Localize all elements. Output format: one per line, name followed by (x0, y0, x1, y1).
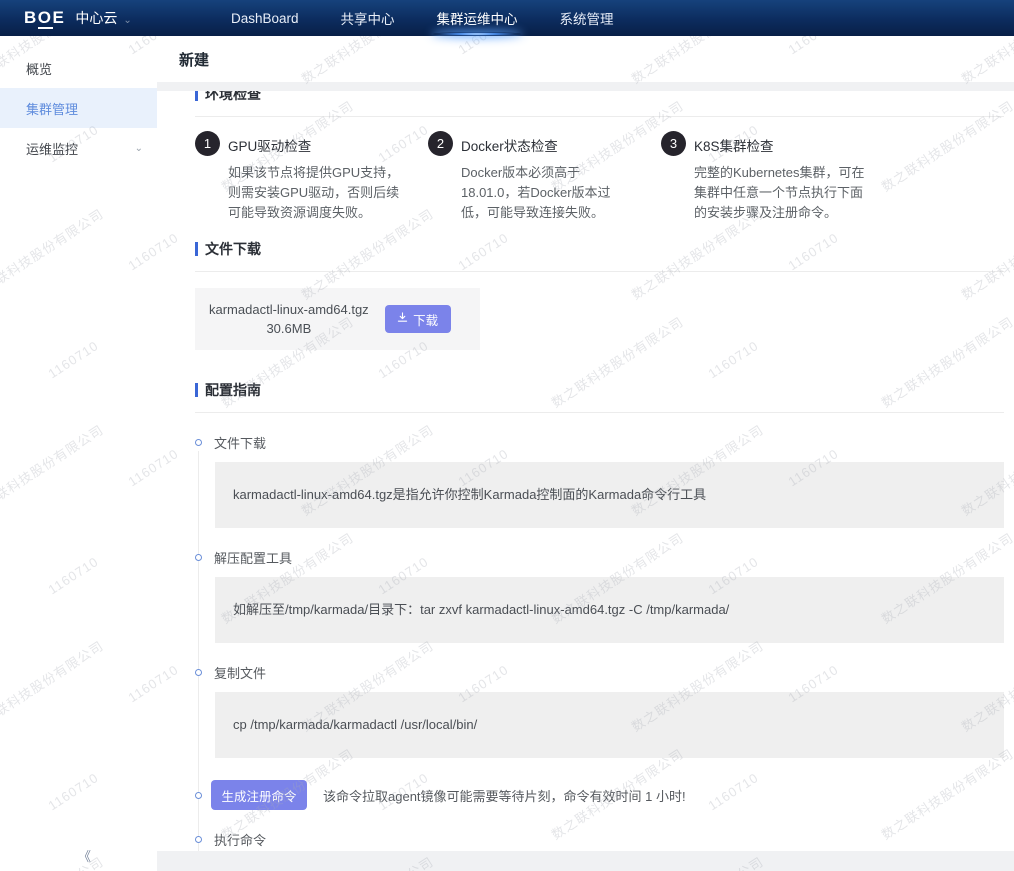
step-bullet-icon (195, 439, 202, 446)
guide-item-label: 解压配置工具 (214, 548, 292, 567)
step-bullet-icon (195, 669, 202, 676)
main-content: 新建 环境检查 1 GPU驱动检查 如果该节点将提供GPU支持，则需安装GPU驱… (157, 36, 1014, 871)
sidebar-collapse-button[interactable]: 《 (78, 846, 91, 865)
nav-system-management[interactable]: 系统管理 (539, 0, 635, 36)
step-description: 如果该节点将提供GPU支持，则需安装GPU驱动，否则后续可能导致资源调度失败。 (228, 163, 400, 223)
sidebar-item-label: 运维监控 (26, 139, 78, 158)
section-title-config-guide: 配置指南 (195, 380, 1004, 400)
step-title: GPU驱动检查 (228, 131, 400, 155)
sidebar-item-overview[interactable]: 概览 (0, 48, 157, 88)
chevron-down-icon: ⌄ (135, 143, 143, 154)
step-title: Docker状态检查 (461, 131, 633, 155)
guide-item-label: 复制文件 (214, 663, 266, 682)
env-step-docker: 2 Docker状态检查 Docker版本必须高于18.01.0，若Docker… (428, 131, 661, 223)
file-size: 30.6MB (209, 319, 369, 338)
guide-item-description-box: 如解压至/tmp/karmada/目录下：tar zxvf karmadactl… (215, 577, 1004, 643)
divider (195, 116, 1004, 117)
guide-item-unzip: 解压配置工具 如解压至/tmp/karmada/目录下：tar zxvf kar… (195, 548, 1004, 643)
generate-command-note: 该命令拉取agent镜像可能需要等待片刻，命令有效时间 1 小时! (323, 786, 686, 805)
divider (195, 271, 1004, 272)
product-name: 中心云 (75, 8, 117, 28)
guide-item-copy-file: 复制文件 cp /tmp/karmada/karmadactl /usr/loc… (195, 663, 1004, 758)
step-number-badge: 3 (661, 131, 686, 156)
nav-dashboard[interactable]: DashBoard (210, 0, 320, 36)
sidebar-item-cluster-management[interactable]: 集群管理 (0, 88, 157, 128)
guide-item-generate-command: 生成注册命令 该命令拉取agent镜像可能需要等待片刻，命令有效时间 1 小时! (195, 780, 1004, 810)
sidebar-item-label: 概览 (26, 59, 52, 78)
nav-share-center[interactable]: 共享中心 (320, 0, 416, 36)
guide-item-description-box: karmadactl-linux-amd64.tgz是指允许你控制Karmada… (215, 462, 1004, 528)
boe-logo: BOE (24, 8, 65, 28)
divider (195, 412, 1004, 413)
chevron-down-icon: ⌄ (123, 15, 131, 26)
file-download-section: 文件下载 karmadactl-linux-amd64.tgz 30.6MB 下… (195, 239, 1004, 350)
main-nav: DashBoard 共享中心 集群运维中心 系统管理 (210, 0, 635, 36)
step-bullet-icon (195, 836, 202, 843)
guide-item-description-box: cp /tmp/karmada/karmadactl /usr/local/bi… (215, 692, 1004, 758)
step-description: 完整的Kubernetes集群，可在集群中任意一个节点执行下面的安装步骤及注册命… (694, 163, 866, 223)
step-number-badge: 2 (428, 131, 453, 156)
env-step-k8s: 3 K8S集群检查 完整的Kubernetes集群，可在集群中任意一个节点执行下… (661, 131, 921, 223)
step-title: K8S集群检查 (694, 131, 866, 155)
section-title-file-download: 文件下载 (195, 239, 1004, 259)
sidebar-item-label: 集群管理 (26, 99, 78, 118)
file-name: karmadactl-linux-amd64.tgz (209, 300, 369, 319)
generate-register-command-button[interactable]: 生成注册命令 (211, 780, 307, 810)
page-header: 新建 (157, 36, 1014, 82)
guide-item-exec-command: 执行命令 karmadactl register 172.2 --token 1… (195, 830, 1004, 851)
download-file-card: karmadactl-linux-amd64.tgz 30.6MB 下载 (195, 288, 480, 350)
step-description: Docker版本必须高于18.01.0，若Docker版本过低，可能导致连接失败… (461, 163, 633, 223)
new-cluster-card: 环境检查 1 GPU驱动检查 如果该节点将提供GPU支持，则需安装GPU驱动，否… (157, 91, 1014, 851)
sidebar: 概览 集群管理 运维监控 ⌄ 《 (0, 36, 157, 871)
config-guide-list: 文件下载 karmadactl-linux-amd64.tgz是指允许你控制Ka… (195, 433, 1004, 851)
guide-item-label: 文件下载 (214, 433, 266, 452)
nav-cluster-ops-center[interactable]: 集群运维中心 (416, 0, 539, 36)
guide-item-label: 执行命令 (214, 830, 266, 849)
step-number-badge: 1 (195, 131, 220, 156)
step-bullet-icon (195, 792, 202, 799)
brand-logo[interactable]: BOE 中心云 ⌄ (24, 8, 174, 28)
section-title-env-check: 环境检查 (195, 91, 1004, 104)
download-icon (397, 312, 408, 326)
download-button[interactable]: 下载 (385, 305, 451, 333)
config-guide-section: 配置指南 文件下载 karmadactl-linux-amd64.tgz是指允许… (195, 380, 1004, 851)
page-title: 新建 (179, 49, 209, 70)
guide-item-file-download: 文件下载 karmadactl-linux-amd64.tgz是指允许你控制Ka… (195, 433, 1004, 528)
download-button-label: 下载 (413, 310, 438, 329)
env-check-steps: 1 GPU驱动检查 如果该节点将提供GPU支持，则需安装GPU驱动，否则后续可能… (195, 131, 1004, 223)
top-navbar: BOE 中心云 ⌄ DashBoard 共享中心 集群运维中心 系统管理 (0, 0, 1014, 36)
sidebar-item-ops-monitoring[interactable]: 运维监控 ⌄ (0, 128, 157, 168)
env-step-gpu: 1 GPU驱动检查 如果该节点将提供GPU支持，则需安装GPU驱动，否则后续可能… (195, 131, 428, 223)
step-bullet-icon (195, 554, 202, 561)
